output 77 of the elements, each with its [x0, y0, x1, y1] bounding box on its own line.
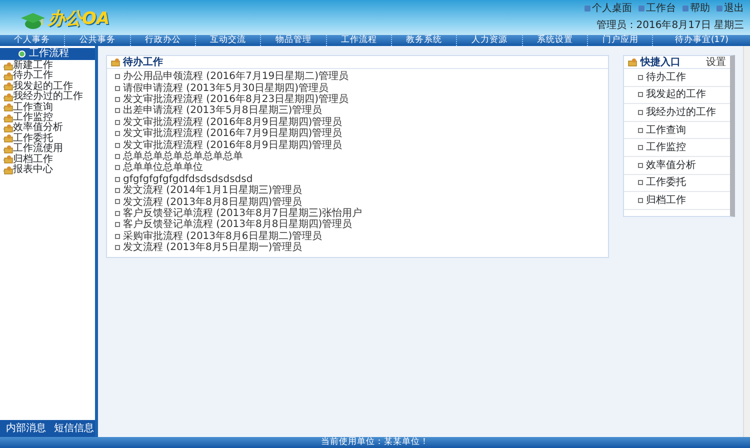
folder-icon: [111, 58, 121, 66]
document-icon: [115, 108, 120, 114]
folder-icon: [3, 72, 13, 82]
shortcut-item[interactable]: 工作查询: [624, 122, 730, 140]
todo-item[interactable]: 请假申请流程 (2013年5月30日星期四)管理员: [115, 82, 608, 94]
shortcut-item[interactable]: 归档工作: [624, 192, 730, 210]
sidebar-item[interactable]: 待办工作: [0, 71, 95, 82]
todo-item[interactable]: 总单单位总单单位: [115, 162, 608, 174]
header-link[interactable]: 退出: [716, 1, 744, 16]
document-icon: [115, 74, 120, 80]
sidebar-header: 工作流程: [0, 48, 95, 60]
document-icon: [638, 128, 643, 133]
shortcut-item[interactable]: 效率值分析: [624, 156, 730, 175]
panel-title: 快捷入口: [640, 56, 680, 70]
folder-icon: [628, 58, 638, 66]
document-icon: [638, 110, 643, 115]
document-icon: [638, 180, 643, 186]
folder-icon: [3, 114, 13, 123]
todo-item[interactable]: gfgfgfgfgfgdfdsdsdsdsdsd: [115, 174, 608, 185]
panel-title: 待办工作: [123, 56, 163, 70]
sidebar-item[interactable]: 工作查询: [0, 102, 95, 113]
todo-item[interactable]: 发文流程 (2013年8月5日星期一)管理员: [115, 242, 608, 254]
folder-icon: [3, 144, 13, 154]
todo-item[interactable]: 客户反馈登记单流程 (2013年8月8日星期四)管理员: [115, 219, 608, 230]
document-icon: [115, 222, 120, 228]
header-link[interactable]: 个人桌面: [584, 1, 632, 16]
folder-icon: [3, 82, 13, 92]
document-icon: [115, 210, 120, 216]
header-link[interactable]: 工作台: [638, 1, 676, 16]
document-icon: [638, 162, 643, 168]
folder-icon: [3, 124, 13, 134]
folder-icon: [3, 155, 13, 164]
document-icon: [638, 92, 643, 98]
todo-item[interactable]: 发文流程 (2013年8月8日星期四)管理员: [115, 196, 608, 208]
sidebar-item[interactable]: 效率值分析: [0, 123, 95, 134]
settings-link[interactable]: 设置: [706, 54, 726, 70]
document-icon: [115, 234, 120, 239]
sidebar-item[interactable]: 报表中心: [0, 164, 95, 176]
sidebar-tab[interactable]: 内部消息: [6, 421, 46, 436]
todo-item[interactable]: 发文流程 (2014年1月1日星期三)管理员: [115, 184, 608, 196]
todo-item[interactable]: 发文审批流程流程 (2016年8月23日星期四)管理员: [115, 94, 608, 106]
logo-text: 办公OA: [48, 8, 110, 31]
document-icon: [638, 198, 643, 203]
folder-icon: [3, 134, 13, 144]
folder-icon: [3, 166, 13, 175]
todo-item[interactable]: 采购审批流程 (2013年8月6日星期二)管理员: [115, 230, 608, 242]
shortcut-item[interactable]: 待办工作: [624, 69, 730, 87]
shortcut-item[interactable]: 工作监控: [624, 139, 730, 157]
scrollbar[interactable]: [743, 46, 750, 437]
sidebar-tab[interactable]: 短信信息: [54, 421, 94, 436]
todo-item[interactable]: 发文审批流程流程 (2016年8月9日星期四)管理员: [115, 139, 608, 151]
sidebar-item[interactable]: 工作流使用: [0, 144, 95, 155]
folder-icon: [3, 103, 13, 112]
user-date-text: 管理员：2016年8月17日 星期三: [596, 18, 744, 33]
todo-item[interactable]: 发文审批流程流程 (2016年7月9日星期四)管理员: [115, 128, 608, 140]
shortcut-item[interactable]: 我发起的工作: [624, 86, 730, 104]
status-bar: 当前使用单位：某某单位！: [0, 437, 750, 448]
document-icon: [115, 245, 120, 250]
document-icon: [115, 120, 120, 125]
header-link[interactable]: 帮助: [682, 1, 710, 16]
todo-item[interactable]: 出差申请流程 (2013年5月8日星期三)管理员: [115, 105, 608, 117]
document-icon: [638, 74, 643, 80]
folder-icon: [3, 92, 13, 102]
todo-item[interactable]: 客户反馈登记单流程 (2013年8月7日星期三)张怡用户: [115, 208, 608, 220]
sidebar-item[interactable]: 我经办过的工作: [0, 92, 95, 103]
shortcut-item[interactable]: 我经办过的工作: [624, 104, 730, 122]
document-icon: [115, 165, 120, 170]
nav-tab[interactable]: 待办事宜(17): [653, 35, 750, 46]
document-icon: [115, 131, 120, 136]
document-icon: [638, 145, 643, 150]
shortcut-item[interactable]: 工作委托: [624, 174, 730, 192]
todo-item[interactable]: 发文审批流程流程 (2016年8月9日星期四)管理员: [115, 116, 608, 128]
document-icon: [115, 176, 120, 182]
folder-icon: [3, 62, 13, 71]
todo-item[interactable]: 办公用品申领流程 (2016年7月19日星期二)管理员: [115, 71, 608, 82]
sidebar-item[interactable]: 归档工作: [0, 154, 95, 165]
todo-item[interactable]: 总单总单总单总单总单总单: [115, 150, 608, 162]
